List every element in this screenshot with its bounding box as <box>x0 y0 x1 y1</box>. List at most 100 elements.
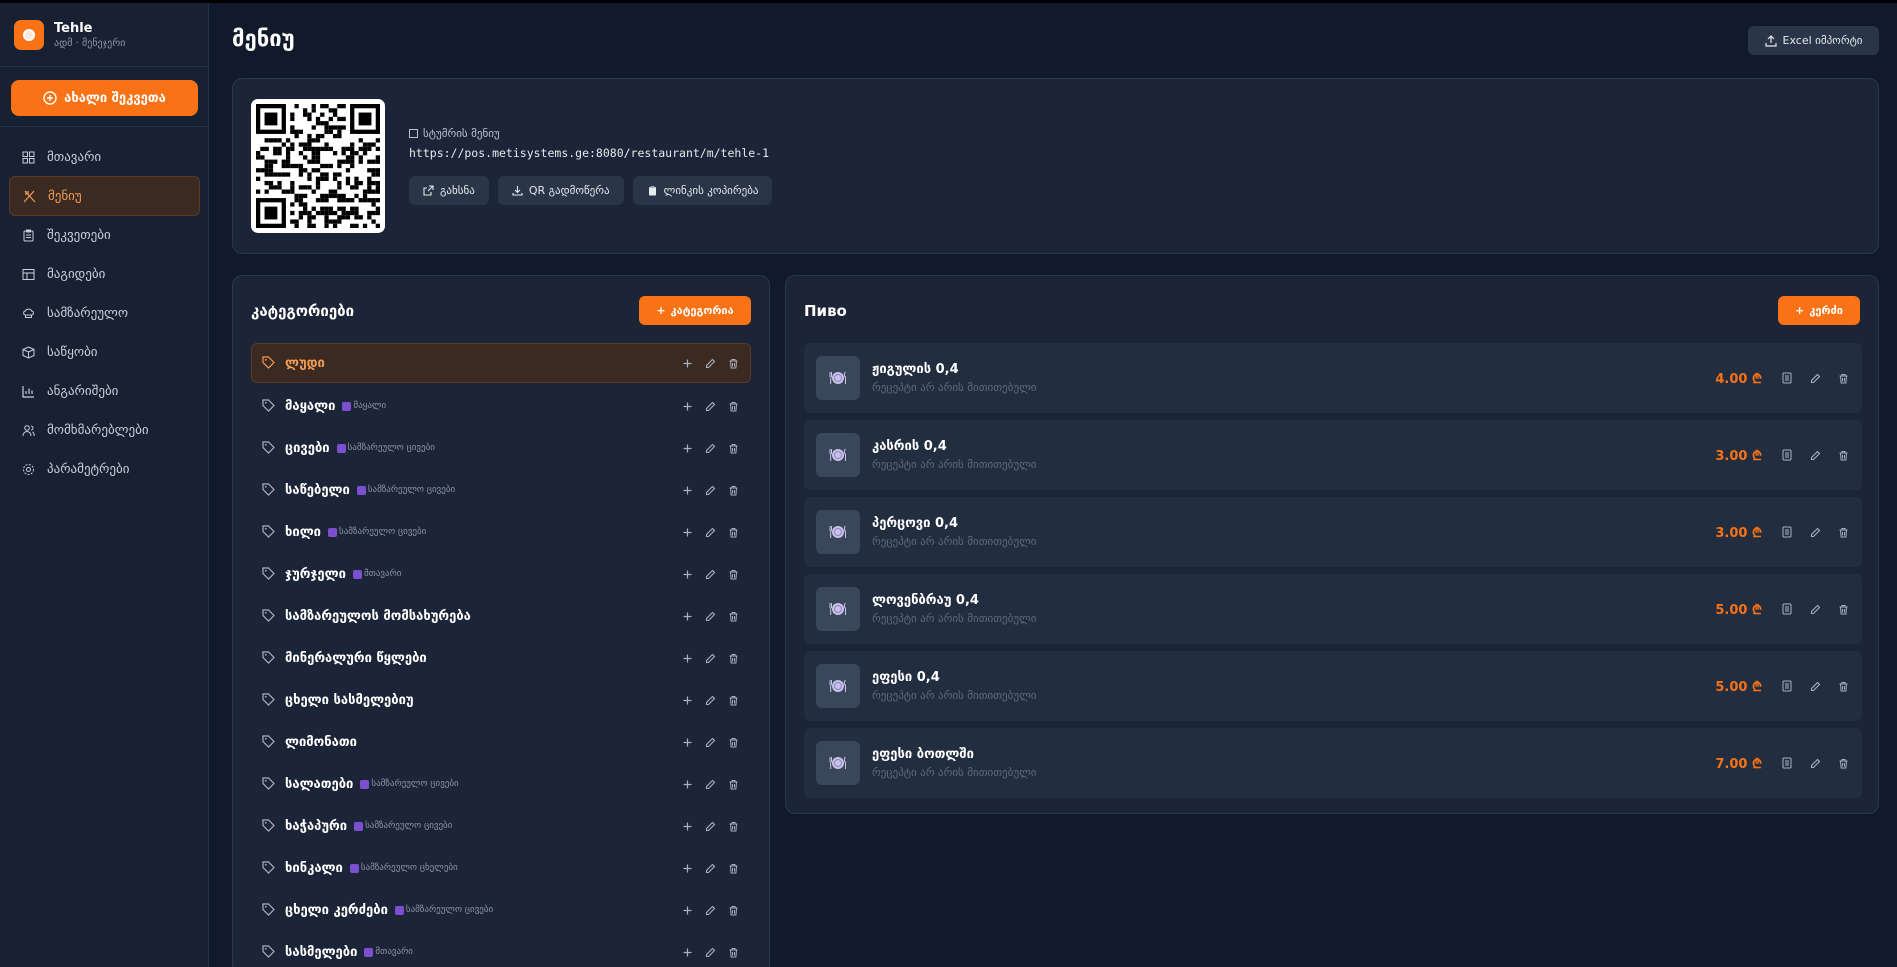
menu-item-row[interactable]: ეფესი ბოთლში რეცეპტი არ არის მითითებული 7.… <box>804 728 1862 798</box>
sidebar-item-6[interactable]: ანგარიშები <box>9 371 200 411</box>
delete-icon[interactable] <box>1836 679 1850 693</box>
delete-icon[interactable] <box>726 399 740 413</box>
edit-icon[interactable] <box>703 567 717 581</box>
add-subitem-icon[interactable] <box>680 399 694 413</box>
menu-item-row[interactable]: პერცოვი 0,4 რეცეპტი არ არის მითითებული 3.0… <box>804 497 1862 567</box>
add-subitem-icon[interactable] <box>680 609 694 623</box>
delete-icon[interactable] <box>726 945 740 959</box>
category-row[interactable]: ხინკალი სამზარეულო ცხელები <box>251 847 751 889</box>
edit-icon[interactable] <box>1808 525 1822 539</box>
category-row[interactable]: ხილი სამზარეულო ცივები <box>251 511 751 553</box>
edit-icon[interactable] <box>703 945 717 959</box>
delete-icon[interactable] <box>726 525 740 539</box>
add-subitem-icon[interactable] <box>680 903 694 917</box>
add-subitem-icon[interactable] <box>680 861 694 875</box>
delete-icon[interactable] <box>726 819 740 833</box>
delete-icon[interactable] <box>726 777 740 791</box>
delete-icon[interactable] <box>726 567 740 581</box>
add-subitem-icon[interactable] <box>680 945 694 959</box>
delete-icon[interactable] <box>1836 756 1850 770</box>
sidebar-item-4[interactable]: სამზარეულო <box>9 293 200 333</box>
category-row[interactable]: სასმელები მთავარი <box>251 931 751 967</box>
menu-item-row[interactable]: კასრის 0,4 რეცეპტი არ არის მითითებული 3.00… <box>804 420 1862 490</box>
add-subitem-icon[interactable] <box>680 777 694 791</box>
edit-icon[interactable] <box>703 903 717 917</box>
sidebar-item-5[interactable]: საწყობი <box>9 332 200 372</box>
add-subitem-icon[interactable] <box>680 819 694 833</box>
edit-icon[interactable] <box>1808 679 1822 693</box>
edit-icon[interactable] <box>703 651 717 665</box>
edit-icon[interactable] <box>703 861 717 875</box>
category-row[interactable]: ცხელი კერძები სამზარეულო ცივები <box>251 889 751 931</box>
recipe-icon[interactable] <box>1780 602 1794 616</box>
sidebar-item-0[interactable]: მთავარი <box>9 137 200 177</box>
delete-icon[interactable] <box>726 735 740 749</box>
recipe-icon[interactable] <box>1780 679 1794 693</box>
sidebar-item-1[interactable]: მენიუ <box>9 176 200 216</box>
edit-icon[interactable] <box>1808 371 1822 385</box>
category-row[interactable]: ლიმონათი <box>251 721 751 763</box>
edit-icon[interactable] <box>1808 448 1822 462</box>
add-subitem-icon[interactable] <box>680 441 694 455</box>
category-row[interactable]: ხაჭაპური სამზარეულო ცივები <box>251 805 751 847</box>
category-row[interactable]: ცხელი სასმელებიუ <box>251 679 751 721</box>
recipe-icon[interactable] <box>1780 756 1794 770</box>
add-subitem-icon[interactable] <box>680 483 694 497</box>
add-subitem-icon[interactable] <box>680 525 694 539</box>
qr-download-button[interactable]: QR გადმოწერა <box>497 176 624 205</box>
category-row[interactable]: ცივები სამზარეულო ცივები <box>251 427 751 469</box>
delete-icon[interactable] <box>1836 371 1850 385</box>
add-category-button[interactable]: + კატეგორია <box>639 296 751 325</box>
recipe-icon[interactable] <box>1780 448 1794 462</box>
add-subitem-icon[interactable] <box>680 651 694 665</box>
sidebar-item-2[interactable]: შეკვეთები <box>9 215 200 255</box>
add-item-button[interactable]: + კერძი <box>1778 296 1860 325</box>
category-row[interactable]: მაყალი მაყალი <box>251 385 751 427</box>
edit-icon[interactable] <box>703 735 717 749</box>
excel-import-button[interactable]: Excel იმპორტი <box>1748 26 1879 55</box>
sidebar-item-7[interactable]: მომხმარებლები <box>9 410 200 450</box>
sidebar-item-3[interactable]: მაგიდები <box>9 254 200 294</box>
delete-icon[interactable] <box>726 441 740 455</box>
add-subitem-icon[interactable] <box>680 356 694 370</box>
delete-icon[interactable] <box>1836 448 1850 462</box>
add-subitem-icon[interactable] <box>680 693 694 707</box>
add-subitem-icon[interactable] <box>680 567 694 581</box>
edit-icon[interactable] <box>703 525 717 539</box>
edit-icon[interactable] <box>703 399 717 413</box>
delete-icon[interactable] <box>726 861 740 875</box>
delete-icon[interactable] <box>726 903 740 917</box>
sidebar-item-8[interactable]: პარამეტრები <box>9 449 200 489</box>
category-row[interactable]: საწებელი სამზარეულო ცივები <box>251 469 751 511</box>
delete-icon[interactable] <box>1836 602 1850 616</box>
copy-link-button[interactable]: ლინკის კოპირება <box>632 176 773 205</box>
open-link-button[interactable]: გახსნა <box>409 176 489 205</box>
delete-icon[interactable] <box>726 483 740 497</box>
edit-icon[interactable] <box>703 609 717 623</box>
delete-icon[interactable] <box>726 651 740 665</box>
edit-icon[interactable] <box>703 356 717 370</box>
category-row[interactable]: ჯურჯელი მთავარი <box>251 553 751 595</box>
menu-item-row[interactable]: ეფესი 0,4 რეცეპტი არ არის მითითებული 5.00 … <box>804 651 1862 721</box>
category-row[interactable]: ლუდი <box>251 343 751 383</box>
recipe-icon[interactable] <box>1780 371 1794 385</box>
category-row[interactable]: სალათები სამზარეულო ცივები <box>251 763 751 805</box>
menu-item-row[interactable]: ჟიგულის 0,4 რეცეპტი არ არის მითითებული 4.0… <box>804 343 1862 413</box>
add-subitem-icon[interactable] <box>680 735 694 749</box>
delete-icon[interactable] <box>726 693 740 707</box>
recipe-icon[interactable] <box>1780 525 1794 539</box>
edit-icon[interactable] <box>703 483 717 497</box>
edit-icon[interactable] <box>1808 602 1822 616</box>
delete-icon[interactable] <box>726 356 740 370</box>
category-row[interactable]: მინერალური წყლები <box>251 637 751 679</box>
edit-icon[interactable] <box>1808 756 1822 770</box>
menu-item-row[interactable]: ლოვენბრაუ 0,4 რეცეპტი არ არის მითითებული 5… <box>804 574 1862 644</box>
edit-icon[interactable] <box>703 693 717 707</box>
delete-icon[interactable] <box>1836 525 1850 539</box>
edit-icon[interactable] <box>703 777 717 791</box>
new-order-button[interactable]: ახალი შეკვეთა <box>11 80 198 116</box>
delete-icon[interactable] <box>726 609 740 623</box>
edit-icon[interactable] <box>703 441 717 455</box>
category-row[interactable]: სამზარეულოს მომსახურება <box>251 595 751 637</box>
edit-icon[interactable] <box>703 819 717 833</box>
